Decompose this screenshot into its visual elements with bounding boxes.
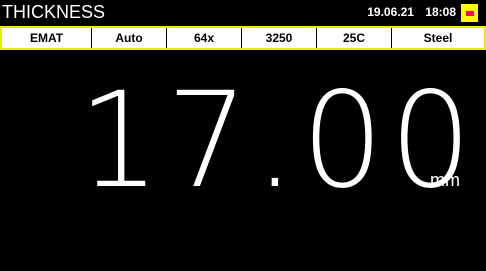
battery-level-indicator bbox=[466, 11, 474, 16]
thickness-reading: 17.00 bbox=[70, 62, 472, 216]
thickness-value: 17.00 bbox=[78, 64, 478, 218]
date-time-display: 19.06.21 18:08 bbox=[367, 5, 456, 19]
header-bar: THICKNESS 19.06.21 18:08 bbox=[0, 0, 486, 26]
temperature-setting[interactable]: 25C bbox=[317, 28, 392, 48]
thickness-unit: mm bbox=[430, 170, 460, 190]
averaging-setting[interactable]: 64x bbox=[167, 28, 242, 48]
time-text: 18:08 bbox=[425, 5, 456, 19]
battery-icon[interactable] bbox=[461, 4, 478, 22]
material-setting[interactable]: Steel bbox=[392, 28, 484, 48]
gain-setting[interactable]: Auto bbox=[92, 28, 167, 48]
date-text: 19.06.21 bbox=[367, 5, 414, 19]
mode-setting[interactable]: EMAT bbox=[2, 28, 92, 48]
settings-bar: EMAT Auto 64x 3250 25C Steel bbox=[0, 26, 486, 50]
velocity-setting[interactable]: 3250 bbox=[242, 28, 317, 48]
screen-title: THICKNESS bbox=[2, 2, 106, 22]
